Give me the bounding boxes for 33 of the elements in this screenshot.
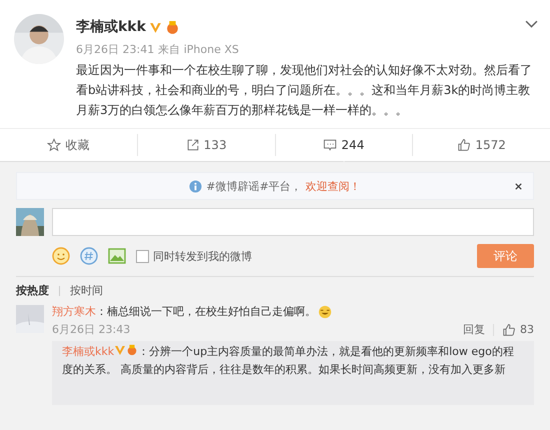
emoji-icon <box>318 304 332 318</box>
action-button[interactable]: 收藏 <box>45 134 92 156</box>
badge-icon <box>164 20 180 34</box>
comment-text: ：楠总细说一下吧，在校生好怕自己走偏啊。 <box>96 304 316 319</box>
action-button[interactable]: 244 <box>321 136 366 154</box>
info-icon <box>189 180 202 192</box>
chevron-icon[interactable] <box>525 20 538 29</box>
sort-tab[interactable]: 按时间 <box>70 283 103 298</box>
reply-link[interactable]: 回复 <box>463 322 485 337</box>
thumbs-up-icon <box>502 322 516 336</box>
comment-time: 6月26日 23:43 <box>52 322 130 337</box>
reply-text: 李楠或kkk ：分辨一个up主内容质量的最简单办法，就是看他的更新频率和low ego的程度的关系。 高质量的内容背后，往往是数年的积累。如果长时间高频更新，没有加入更多新 <box>62 343 515 378</box>
sort-tab[interactable]: 按热度 <box>16 283 49 298</box>
action-button[interactable]: 133 <box>184 136 229 154</box>
post-text: 最近因为一件事和一个在校生聊了聊，发现他们对社会的认知好像不太对劲。然后看了看b站讲科技，社会和商业的号，明白了问题所在。。。这和当年月薪3k的时尚博主教月薪3万的白领怎么像年薪百万的那样花钱是一样一样的。。。 <box>76 62 533 119</box>
star-icon <box>47 138 62 152</box>
repost-checkbox[interactable] <box>136 250 149 262</box>
notice-text: #微博辟谣#平台， <box>206 178 302 194</box>
action-button[interactable]: 1572 <box>455 136 508 154</box>
share-icon <box>186 138 200 152</box>
comment-icon <box>323 138 338 152</box>
repost-label: 同时转发到我的微博 <box>153 248 252 264</box>
post-source: 来自 iPhone XS <box>158 42 239 57</box>
thumbs-up-icon <box>457 138 472 152</box>
image-icon[interactable] <box>108 247 126 265</box>
emoji-icon[interactable] <box>52 247 70 265</box>
author-name[interactable]: 李楠或kkk <box>76 18 146 36</box>
notice-link[interactable]: 欢迎查阅！ <box>306 178 361 194</box>
close-icon[interactable] <box>514 182 523 190</box>
like-button[interactable]: 83 <box>502 322 534 336</box>
topic-icon[interactable] <box>80 247 98 265</box>
comment-field[interactable] <box>52 208 534 236</box>
badge-icon <box>126 344 138 356</box>
